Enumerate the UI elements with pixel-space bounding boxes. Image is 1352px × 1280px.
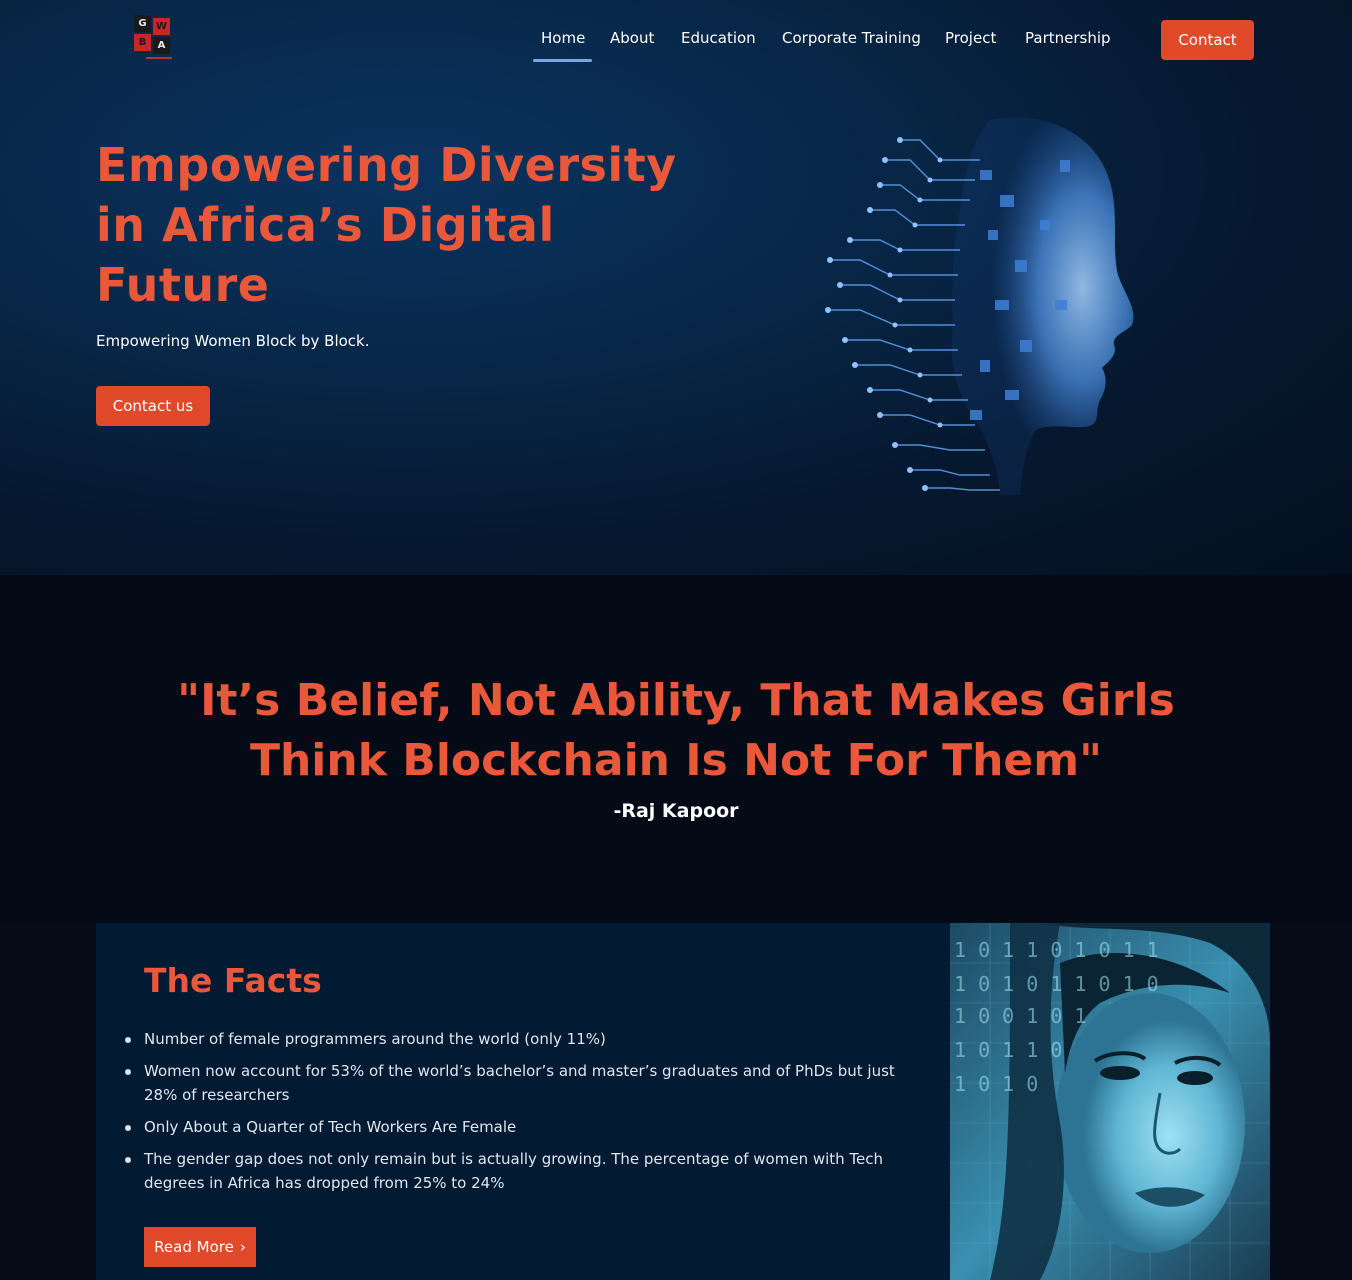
facts-section: The Facts Number of female programmers a… xyxy=(96,923,1270,1280)
fact-text: The gender gap does not only remain but … xyxy=(144,1150,884,1192)
bullet-icon xyxy=(125,1157,131,1163)
svg-text:1 0 0 1 0 1: 1 0 0 1 0 1 xyxy=(954,1004,1086,1028)
list-item: Women now account for 53% of the world’s… xyxy=(125,1059,910,1107)
nav-home[interactable]: Home xyxy=(541,29,585,51)
chevron-right-icon: › xyxy=(239,1238,246,1256)
main-navigation: Home About Education Corporate Training … xyxy=(0,0,1352,80)
bullet-icon xyxy=(125,1069,131,1075)
nav-partnership[interactable]: Partnership xyxy=(1025,29,1111,51)
facts-list: Number of female programmers around the … xyxy=(125,1027,910,1203)
hero-title-line-2: in Africa’s Digital xyxy=(96,198,555,252)
nav-project[interactable]: Project xyxy=(945,29,996,51)
fact-text: Women now account for 53% of the world’s… xyxy=(144,1062,895,1104)
read-more-label: Read More xyxy=(154,1238,234,1256)
bullet-icon xyxy=(125,1125,131,1131)
nav-education[interactable]: Education xyxy=(681,29,756,51)
bullet-icon xyxy=(125,1037,131,1043)
contact-button[interactable]: Contact xyxy=(1161,20,1254,60)
woman-binary-portrait: 1 0 1 1 0 1 0 1 1 1 0 1 0 1 1 0 1 0 1 0 … xyxy=(950,923,1270,1280)
list-item: Number of female programmers around the … xyxy=(125,1027,910,1051)
quote-line-1: "It’s Belief, Not Ability, That Makes Gi… xyxy=(177,675,1175,726)
fact-text: Number of female programmers around the … xyxy=(144,1030,606,1048)
nav-active-indicator xyxy=(533,59,592,62)
fact-text: Only About a Quarter of Tech Workers Are… xyxy=(144,1118,517,1136)
list-item: The gender gap does not only remain but … xyxy=(125,1147,910,1195)
contact-us-button[interactable]: Contact us xyxy=(96,386,210,426)
digital-head-illustration xyxy=(825,117,1134,495)
svg-text:1 0 1 1 0 1 0 1 1: 1 0 1 1 0 1 0 1 1 xyxy=(954,938,1159,962)
hero-subtitle: Empowering Women Block by Block. xyxy=(96,332,370,350)
quote-author: -Raj Kapoor xyxy=(613,800,739,822)
read-more-button[interactable]: Read More › xyxy=(144,1227,256,1267)
svg-text:1 0 1 0 1 1 0 1 0: 1 0 1 0 1 1 0 1 0 xyxy=(954,972,1159,996)
nav-about[interactable]: About xyxy=(610,29,654,51)
hero-title-line-3: Future xyxy=(96,258,270,312)
quote-text: "It’s Belief, Not Ability, That Makes Gi… xyxy=(150,671,1202,791)
hero-title: Empowering Diversity in Africa’s Digital… xyxy=(96,135,696,315)
hero-title-line-1: Empowering Diversity xyxy=(96,138,677,192)
svg-text:1 0 1 1 0: 1 0 1 1 0 xyxy=(954,1038,1062,1062)
svg-text:1 0 1 0: 1 0 1 0 xyxy=(954,1072,1038,1096)
facts-title: The Facts xyxy=(144,961,322,1000)
list-item: Only About a Quarter of Tech Workers Are… xyxy=(125,1115,910,1139)
quote-section: "It’s Belief, Not Ability, That Makes Gi… xyxy=(0,575,1352,923)
quote-line-2: Think Blockchain Is Not For Them" xyxy=(249,735,1103,786)
hero-section: G W B A Home About Education Corporate T… xyxy=(0,0,1352,575)
nav-corporate-training[interactable]: Corporate Training xyxy=(782,29,921,51)
